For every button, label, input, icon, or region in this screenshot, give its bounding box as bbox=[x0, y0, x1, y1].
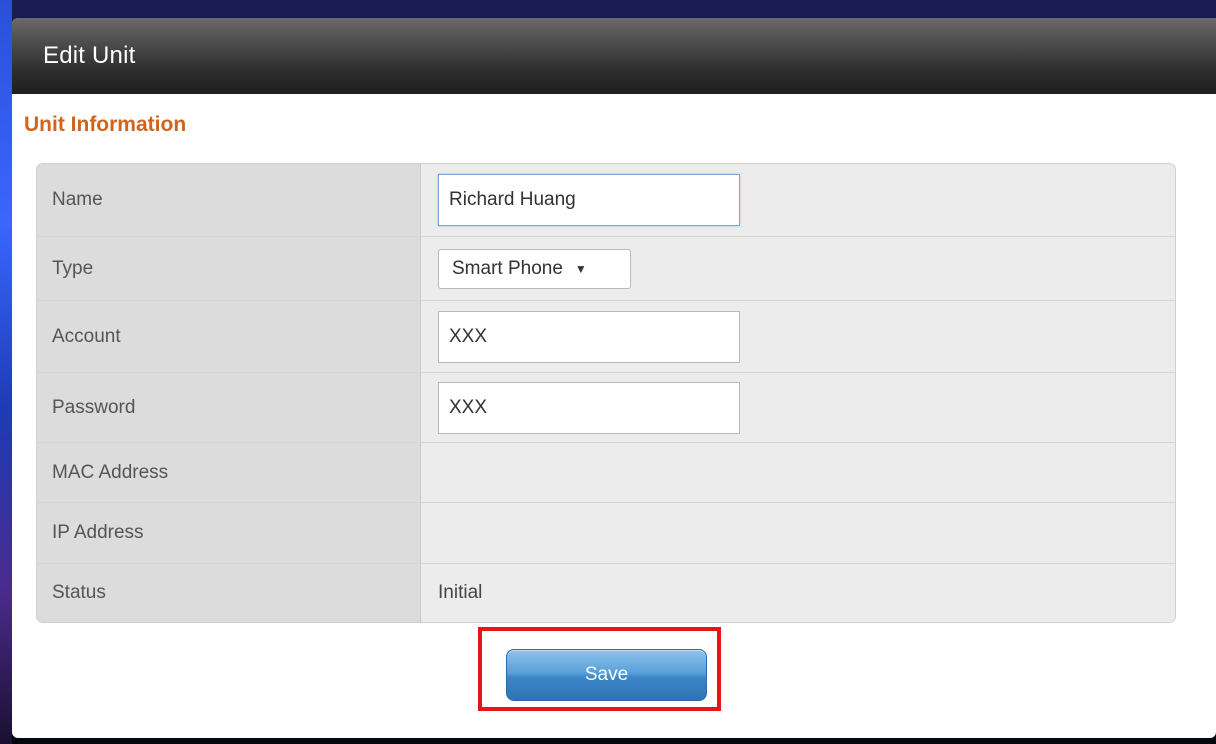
dropdown-arrow-icon: ▼ bbox=[574, 261, 587, 276]
window-edge bbox=[0, 0, 12, 744]
form-row-password: Password bbox=[37, 372, 1175, 442]
form-row-mac-address: MAC Address bbox=[37, 442, 1175, 502]
status-label: Status bbox=[37, 564, 421, 622]
password-label: Password bbox=[37, 373, 421, 442]
type-select[interactable]: Smart Phone ▼ bbox=[438, 248, 631, 289]
name-value-cell bbox=[421, 164, 1175, 236]
type-label: Type bbox=[37, 237, 421, 300]
form-row-status: Status Initial bbox=[37, 563, 1175, 622]
mac-address-value bbox=[421, 443, 1175, 502]
status-value: Initial bbox=[421, 564, 1175, 622]
dialog-titlebar: Edit Unit bbox=[12, 18, 1216, 94]
account-label: Account bbox=[37, 301, 421, 372]
account-value-cell bbox=[421, 301, 1175, 372]
account-input[interactable] bbox=[438, 310, 740, 363]
dialog-title: Edit Unit bbox=[43, 42, 136, 69]
name-input[interactable] bbox=[438, 174, 740, 226]
ip-address-value bbox=[421, 503, 1175, 563]
form-row-ip-address: IP Address bbox=[37, 502, 1175, 563]
form-row-account: Account bbox=[37, 300, 1175, 372]
ip-address-label: IP Address bbox=[37, 503, 421, 563]
section-title: Unit Information bbox=[24, 113, 187, 136]
unit-information-table: Name Type Smart Phone ▼ Account Password… bbox=[36, 163, 1176, 623]
name-label: Name bbox=[37, 164, 421, 236]
password-input[interactable] bbox=[438, 381, 740, 434]
type-select-value: Smart Phone bbox=[452, 257, 563, 279]
form-row-type: Type Smart Phone ▼ bbox=[37, 236, 1175, 300]
password-value-cell bbox=[421, 373, 1175, 442]
mac-address-label: MAC Address bbox=[37, 443, 421, 502]
form-row-name: Name bbox=[37, 164, 1175, 236]
type-value-cell: Smart Phone ▼ bbox=[421, 237, 1175, 300]
save-button[interactable]: Save bbox=[506, 649, 707, 701]
